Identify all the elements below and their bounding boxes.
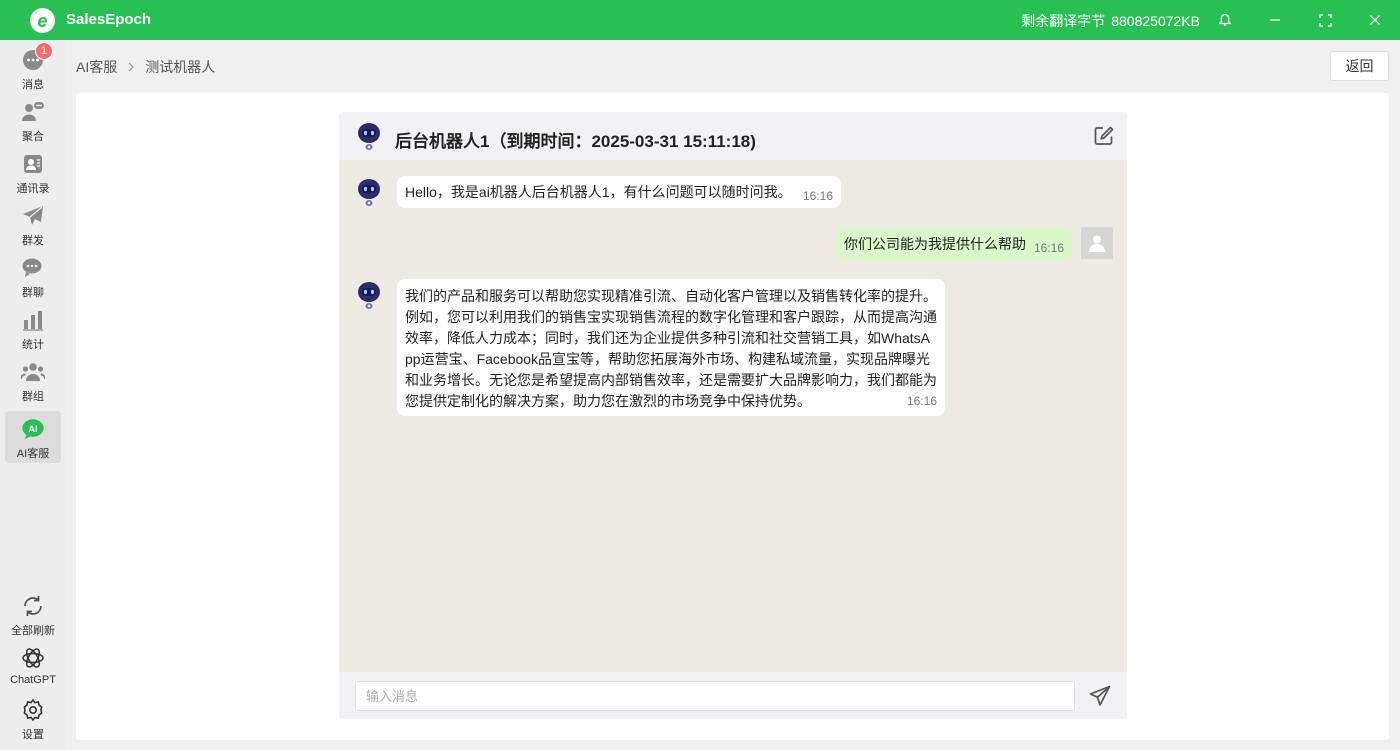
send-icon[interactable]: [1089, 685, 1111, 707]
translation-quota: 剩余翻译字节 880825072KB: [1021, 11, 1200, 31]
edit-icon[interactable]: [1093, 125, 1115, 147]
sidebar-item-refresh-all[interactable]: 全部刷新: [5, 588, 61, 640]
sidebar-item-label: 统计: [22, 339, 44, 351]
sidebar-item-label: 消息: [22, 79, 44, 91]
close-icon[interactable]: [1365, 10, 1385, 30]
sidebar-item-label: 群组: [22, 391, 44, 403]
app-name: SalesEpoch: [66, 11, 152, 28]
sidebar-item-label: 全部刷新: [11, 625, 55, 637]
maximize-icon[interactable]: [1315, 10, 1335, 30]
chat-window: 后台机器人1（到期时间：2025-03-31 15:11:18) Hello，我…: [339, 112, 1127, 719]
sidebar-item-group-chat[interactable]: 群聊: [5, 250, 61, 302]
svg-text:AI: AI: [28, 424, 37, 434]
groups-icon: [21, 360, 45, 384]
user-avatar: [1081, 227, 1113, 259]
message-line: 您提供定制化的解决方案，助力您在激烈的市场竞争中保持优势。: [405, 393, 811, 409]
robot-avatar-icon: [358, 123, 380, 150]
chat-title: 后台机器人1（到期时间：2025-03-31 15:11:18): [395, 132, 756, 151]
sidebar-item-broadcast[interactable]: 群发: [5, 198, 61, 250]
sidebar-item-label: 设置: [22, 729, 44, 741]
chevron-right-icon: [127, 59, 135, 75]
robot-avatar-icon: [358, 282, 380, 309]
minimize-icon[interactable]: [1265, 10, 1285, 30]
app-logo: e: [30, 8, 55, 33]
sidebar-item-label: 群发: [22, 235, 44, 247]
breadcrumb: AI客服 测试机器人: [76, 57, 215, 77]
quota-value: 880825072KB: [1111, 13, 1200, 29]
chat-header: 后台机器人1（到期时间：2025-03-31 15:11:18): [339, 112, 1127, 160]
group-chat-icon: [21, 256, 45, 280]
sidebar-item-messages[interactable]: 消息 1: [5, 42, 61, 94]
message-text: 你们公司能为我提供什么帮助: [844, 236, 1026, 252]
sidebar-item-groups[interactable]: 群组: [5, 354, 61, 406]
bot-message: Hello，我是ai机器人后台机器人1，有什么问题可以随时问我。 16:16: [397, 176, 841, 208]
message-time: 16:16: [802, 189, 833, 203]
message-input[interactable]: [355, 681, 1075, 711]
bot-message: 我们的产品和服务可以帮助您实现精准引流、自动化客户管理以及销售转化率的提升。 例…: [397, 279, 945, 416]
message-time: 16:16: [1033, 241, 1064, 255]
title-bar: e SalesEpoch 剩余翻译字节 880825072KB: [0, 0, 1400, 40]
contacts-icon: [21, 152, 45, 176]
robot-avatar-icon: [358, 179, 380, 206]
message-text: Hello，我是ai机器人后台机器人1，有什么问题可以随时问我。: [405, 184, 792, 200]
aggregate-icon: [21, 100, 45, 124]
sidebar-item-ai-service[interactable]: AI AI客服: [5, 411, 61, 463]
bell-icon[interactable]: [1215, 10, 1235, 30]
message-line: 效率，降低人力成本；同时，我们还为企业提供多种引流和社交营销工具，如WhatsA: [405, 330, 931, 346]
sidebar-item-contacts[interactable]: 通讯录: [5, 146, 61, 198]
sidebar-item-label: 通讯录: [16, 183, 50, 195]
refresh-icon: [21, 594, 45, 618]
sidebar-item-label: 聚合: [22, 131, 44, 143]
user-placeholder-icon: [1089, 235, 1105, 252]
sidebar-item-stats[interactable]: 统计: [5, 302, 61, 354]
back-button[interactable]: 返回: [1330, 51, 1389, 81]
send-broadcast-icon: [21, 204, 45, 228]
sidebar: 消息 1 聚合 通讯录 群发 群聊 统计 群组 AI AI客服 全部刷新 Cha…: [0, 40, 66, 750]
sidebar-item-chatgpt[interactable]: ChatGPT: [5, 640, 61, 692]
breadcrumb-current: 测试机器人: [145, 59, 216, 75]
quota-label: 剩余翻译字节: [1021, 13, 1106, 29]
ai-icon: AI: [21, 417, 45, 441]
stats-icon: [21, 308, 45, 332]
sidebar-item-label: 群聊: [22, 287, 44, 299]
message-time: 16:16: [906, 394, 937, 408]
user-message: 你们公司能为我提供什么帮助 16:16: [836, 228, 1072, 260]
message-line: 例如，您可以利用我们的销售宝实现销售流程的数字化管理和客户跟踪，从而提高沟通: [405, 309, 937, 325]
message-line: 我们的产品和服务可以帮助您实现精准引流、自动化客户管理以及销售转化率的提升。: [405, 288, 937, 304]
settings-icon: [21, 698, 45, 722]
message-input-bar: [339, 672, 1127, 719]
sidebar-item-label: AI客服: [16, 448, 50, 460]
message-line: pp运营宝、Facebook品宣宝等，帮助您拓展海外市场、构建私域流量，实现品牌…: [405, 351, 931, 367]
message-line: 和业务增长。无论您是希望提高内部销售效率，还是需要扩大品牌影响力，我们都能为: [405, 372, 937, 388]
chatgpt-icon: [21, 646, 45, 670]
sidebar-item-label: ChatGPT: [10, 674, 56, 686]
breadcrumb-parent[interactable]: AI客服: [76, 57, 117, 77]
sidebar-item-settings[interactable]: 设置: [5, 692, 61, 744]
sidebar-item-aggregate[interactable]: 聚合: [5, 94, 61, 146]
unread-badge: 1: [35, 42, 53, 60]
